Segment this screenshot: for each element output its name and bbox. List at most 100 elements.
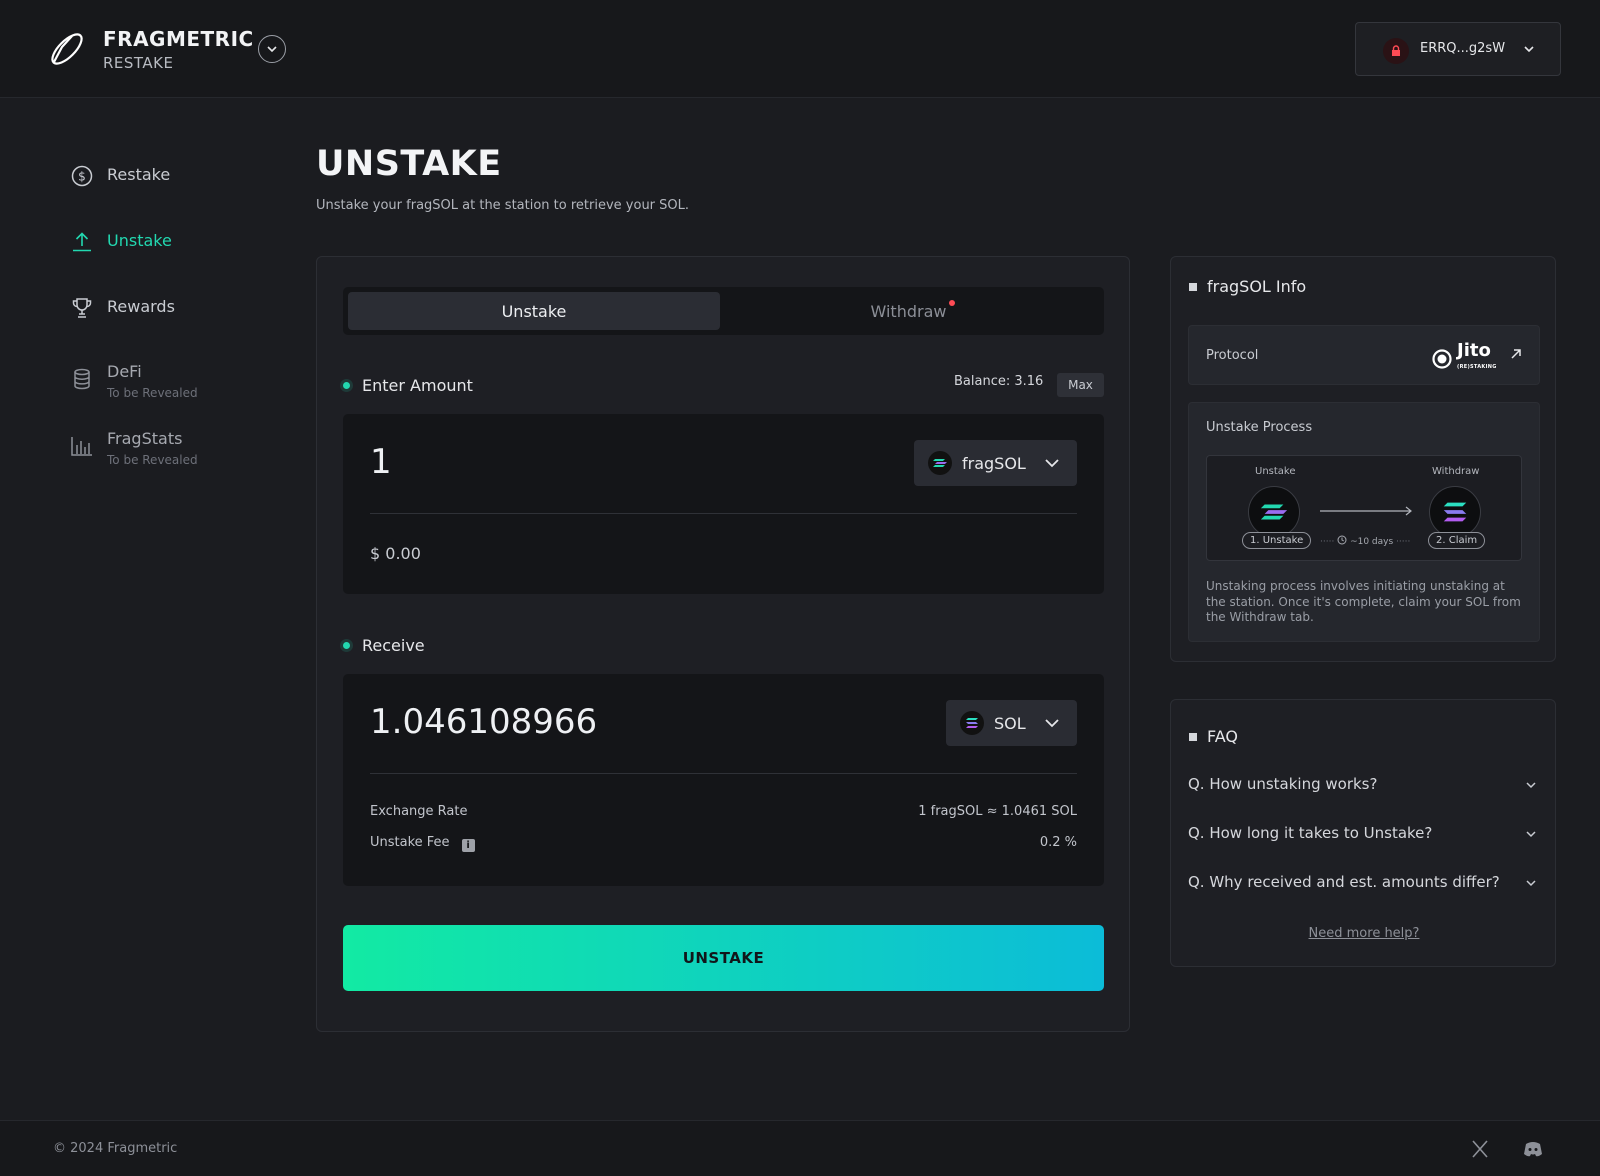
amount-input[interactable]: 1 [370, 442, 392, 482]
faq-question: Q. How unstaking works? [1188, 775, 1378, 793]
chevron-down-icon [1524, 46, 1534, 53]
faq-question: Q. How long it takes to Unstake? [1188, 824, 1433, 842]
max-button[interactable]: Max [1057, 373, 1104, 397]
step-pill-claim: 2. Claim [1428, 532, 1486, 549]
sidebar-item-label: FragStats [107, 429, 183, 448]
step-pill-unstake: 1. Unstake [1242, 532, 1312, 549]
token-select-sol[interactable]: SOL [946, 700, 1077, 746]
chevron-down-icon [1526, 782, 1536, 789]
tab-label: Withdraw [870, 301, 947, 321]
brand[interactable]: FRAGMETRIC RESTAKE [103, 27, 254, 72]
fragsol-coin-icon [1248, 486, 1300, 538]
svg-text:$: $ [78, 170, 86, 184]
receive-amount: 1.046108966 [370, 702, 598, 742]
top-header: FRAGMETRIC RESTAKE ERRQ...g2sW [0, 0, 1600, 98]
faq-card: FAQ Q. How unstaking works? Q. How long … [1170, 699, 1556, 967]
need-help-link[interactable]: Need more help? [1171, 926, 1557, 941]
x-twitter-icon[interactable] [1469, 1138, 1491, 1160]
flow-duration: ····· ~10 days ····· [1320, 535, 1411, 547]
upload-icon [73, 232, 91, 252]
notification-dot [949, 300, 956, 306]
database-icon [74, 368, 90, 390]
sidebar-item-label: DeFi [107, 362, 142, 381]
enter-amount-text: Enter Amount [362, 376, 473, 395]
jito-sub: (RE)STAKING [1457, 364, 1497, 370]
faq-item[interactable]: Q. How long it takes to Unstake? [1188, 824, 1540, 842]
wallet-avatar [1383, 38, 1409, 64]
faq-item[interactable]: Q. How unstaking works? [1188, 775, 1540, 793]
tab-bar: Unstake Withdraw [343, 287, 1104, 335]
fragmetric-logo-icon[interactable] [46, 28, 88, 70]
receive-text: Receive [362, 636, 425, 655]
duration-text: ~10 days [1350, 537, 1394, 547]
unstake-fee-value: 0.2 % [1039, 835, 1077, 850]
tab-label: Unstake [501, 301, 567, 321]
token-name: fragSOL [962, 453, 1026, 473]
footer: © 2024 Fragmetric [0, 1120, 1600, 1176]
bar-chart-icon [71, 437, 92, 456]
card-title: fragSOL Info [1189, 277, 1306, 296]
jito-logo-icon [1432, 349, 1452, 369]
sidebar-item-label: Unstake [107, 231, 172, 250]
unstake-fee-row: Unstake Fee i [370, 835, 475, 852]
jito-wordmark: Jito (RE)STAKING [1457, 340, 1497, 375]
faq-item[interactable]: Q. Why received and est. amounts differ? [1188, 873, 1540, 891]
status-dot [343, 642, 350, 649]
sidebar-item-sub: To be Revealed [107, 386, 198, 400]
enter-amount-label: Enter Amount [343, 376, 473, 395]
exchange-rate-label: Exchange Rate [370, 804, 468, 819]
usd-value: $ 0.00 [370, 544, 421, 563]
chevron-down-icon [1526, 831, 1536, 838]
card-title-text: FAQ [1207, 727, 1238, 746]
token-name: SOL [994, 713, 1026, 733]
balance: Balance: 3.16 [954, 374, 1043, 389]
card-title-text: fragSOL Info [1207, 277, 1307, 296]
sidebar-item-sub: To be Revealed [107, 453, 198, 467]
sol-token-icon [960, 711, 984, 735]
product-switch-button[interactable] [258, 35, 286, 63]
dollar-circle-icon: $ [71, 165, 93, 187]
protocol-row[interactable]: Protocol Jito (RE)STAKING [1188, 325, 1540, 385]
divider [370, 773, 1077, 774]
brand-name: FRAGMETRIC [103, 27, 254, 51]
card-title: FAQ [1189, 727, 1238, 746]
fragsol-token-icon [928, 451, 952, 475]
external-link-icon[interactable] [1509, 347, 1523, 361]
sidebar-item-label: Rewards [107, 297, 175, 316]
flow-caption-right: Withdraw [1432, 466, 1480, 477]
receive-box: 1.046108966 SOL Exchange Rate 1 fragSOL … [343, 674, 1104, 886]
faq-question: Q. Why received and est. amounts differ? [1188, 873, 1500, 891]
wallet-button[interactable]: ERRQ...g2sW [1355, 22, 1561, 76]
trophy-icon [72, 298, 92, 318]
sidebar-item-label: Restake [107, 165, 171, 184]
info-icon[interactable]: i [461, 839, 475, 852]
page-title: UNSTAKE [316, 144, 502, 184]
chevron-down-icon [1526, 880, 1536, 887]
chevron-down-icon [1045, 719, 1059, 728]
square-bullet-icon [1189, 733, 1197, 741]
fragsol-info-card: fragSOL Info Protocol Jito (RE)STAKING U… [1170, 256, 1556, 662]
tab-unstake[interactable]: Unstake [348, 292, 720, 330]
page-subtitle: Unstake your fragSOL at the station to r… [316, 198, 690, 213]
exchange-rate-value: 1 fragSOL ≈ 1.0461 SOL [918, 804, 1077, 819]
unstake-button[interactable]: UNSTAKE [343, 925, 1104, 991]
balance-value: 3.16 [1014, 374, 1044, 389]
sol-coin-icon [1429, 486, 1481, 538]
wallet-address: ERRQ...g2sW [1420, 41, 1506, 56]
unstake-fee-label: Unstake Fee [370, 835, 450, 850]
balance-label: Balance: [954, 374, 1011, 389]
divider [370, 513, 1077, 514]
unstake-process-box: Unstake Process Unstake Withdraw 1. Unst… [1188, 402, 1540, 642]
brand-sub: RESTAKE [103, 54, 174, 72]
jito-logo: Jito (RE)STAKING [1432, 340, 1497, 375]
tab-withdraw[interactable]: Withdraw [727, 292, 1099, 330]
chevron-down-icon [1045, 459, 1059, 468]
status-dot [343, 382, 350, 389]
token-select-fragsol[interactable]: fragSOL [914, 440, 1077, 486]
flow-caption-left: Unstake [1255, 466, 1296, 477]
clock-icon [1337, 535, 1347, 545]
jito-name: Jito [1457, 340, 1491, 361]
discord-icon[interactable] [1522, 1138, 1544, 1160]
process-flow-diagram: Unstake Withdraw 1. Unstake 2. Claim ···… [1206, 455, 1522, 561]
arrow-right-icon [1320, 506, 1412, 516]
